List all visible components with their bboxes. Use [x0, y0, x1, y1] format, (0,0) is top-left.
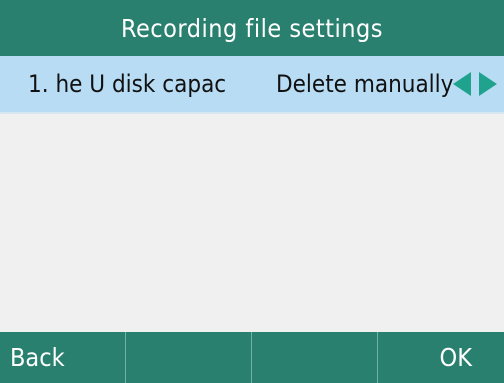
setting-label: 1. he U disk capac: [28, 70, 227, 98]
setting-value[interactable]: Delete manually: [276, 56, 454, 112]
title-bar: Recording file settings: [0, 0, 504, 56]
setting-row-udisk-capacity[interactable]: 1. he U disk capac Delete manually: [0, 56, 504, 112]
softkey-3[interactable]: [252, 332, 378, 383]
left-arrow-icon[interactable]: [453, 72, 471, 96]
softkey-bar: Back OK: [0, 332, 504, 383]
ok-softkey-label: OK: [439, 343, 472, 372]
softkey-2[interactable]: [126, 332, 252, 383]
right-arrow-icon[interactable]: [479, 72, 497, 96]
empty-content-area: [0, 114, 504, 332]
page-title: Recording file settings: [120, 13, 384, 43]
phone-screen: Recording file settings 1. he U disk cap…: [0, 0, 504, 383]
back-softkey-label: Back: [10, 343, 65, 372]
ok-softkey[interactable]: OK: [378, 332, 504, 383]
back-softkey[interactable]: Back: [0, 332, 126, 383]
